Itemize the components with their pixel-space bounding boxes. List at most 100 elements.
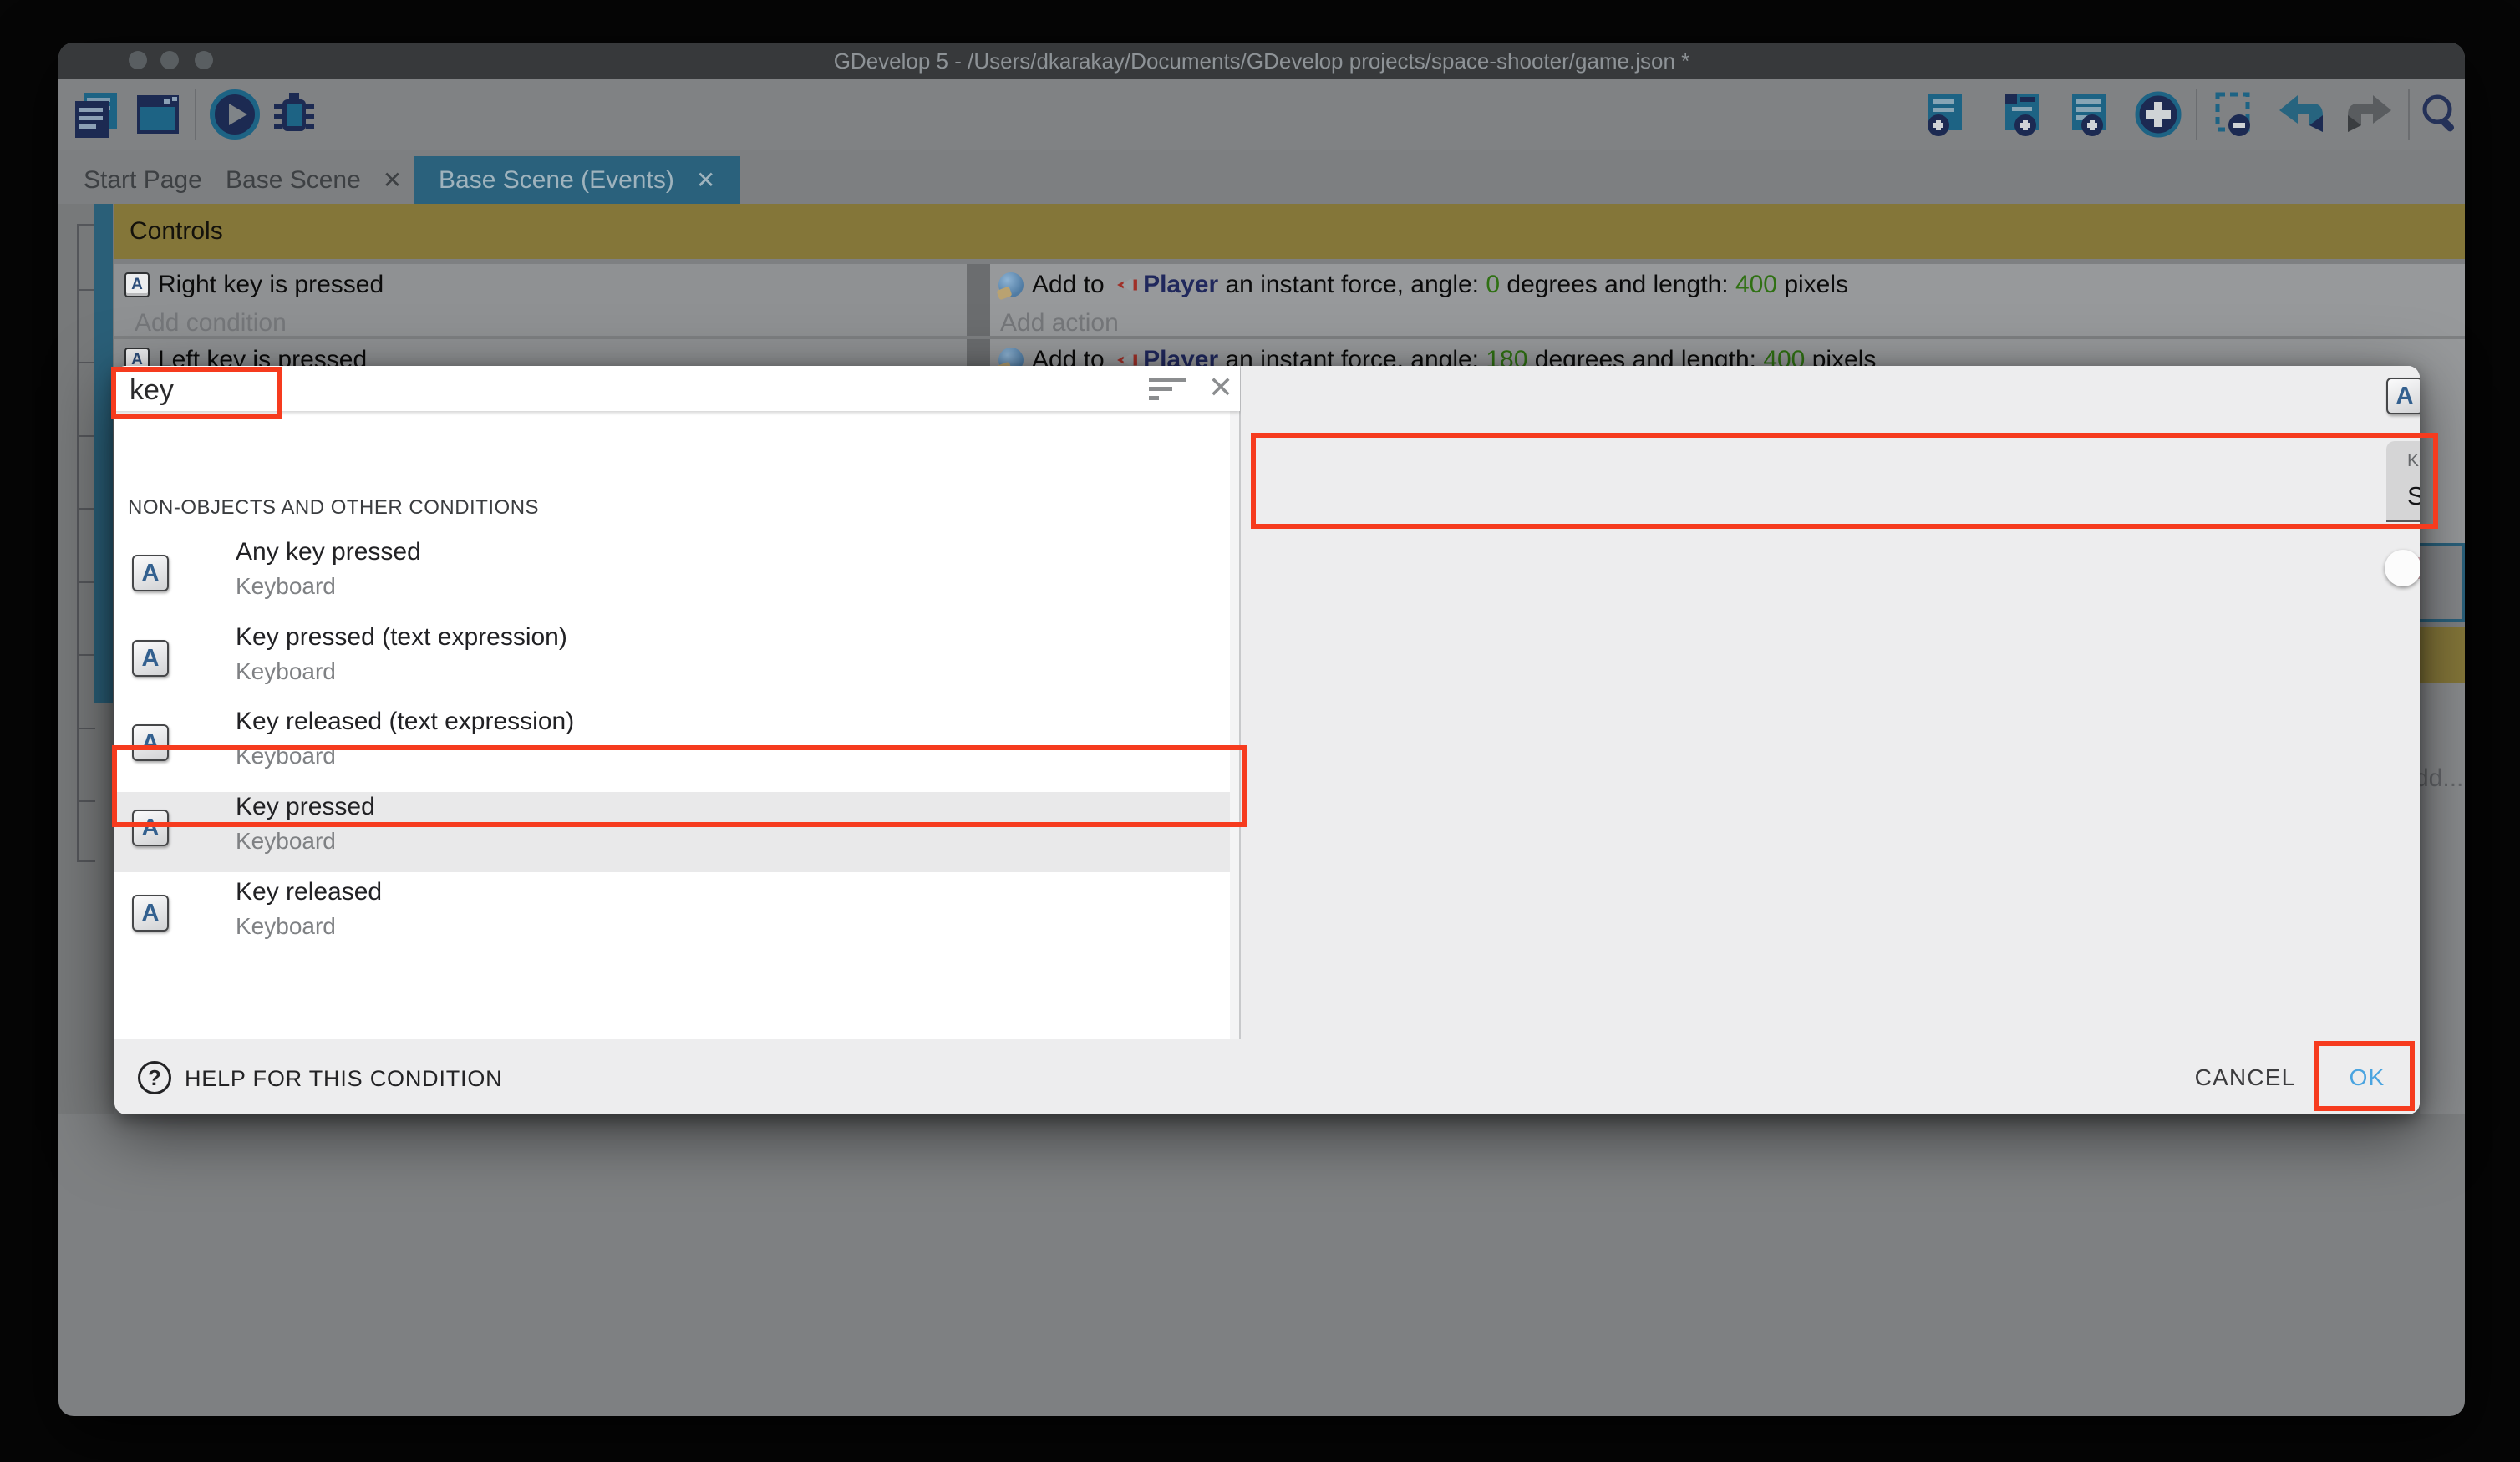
keyboard-key-icon	[132, 724, 169, 761]
filter-icon	[1149, 378, 1186, 382]
choose-condition-dialog: NON-OBJECTS AND OTHER CONDITIONS Any key…	[114, 366, 2420, 1114]
event-tree-guide	[77, 362, 95, 363]
add-event-button[interactable]	[1920, 86, 1975, 143]
add-comment-icon	[2067, 90, 2116, 139]
filter-icon	[1149, 387, 1172, 391]
list-item-key-released-text-expression[interactable]: Key released (text expression) Keyboard	[114, 703, 1229, 788]
action-angle: 0	[1486, 271, 1500, 299]
list-item-key-pressed[interactable]: Key pressed Keyboard	[114, 788, 1229, 873]
search-icon	[2417, 91, 2464, 138]
action-text: an instant force, angle:	[1218, 271, 1486, 299]
action-text: pixels	[1777, 271, 1848, 299]
action-object: Player	[1143, 271, 1218, 299]
search-events-button[interactable]	[2416, 86, 2465, 143]
condition-settings-panel: Test if a key is pressed Key Space Inver…	[1241, 366, 2420, 1039]
keyboard-key-icon	[132, 555, 169, 591]
dialog-footer: HELP FOR THIS CONDITION CANCEL OK	[114, 1039, 2420, 1114]
event-tree-guide	[77, 508, 95, 510]
list-item-key-released[interactable]: Key released Keyboard	[114, 873, 1229, 958]
add-subevent-icon	[2000, 90, 2049, 139]
condition-param: Right	[158, 271, 216, 299]
keyboard-key-icon	[132, 810, 169, 846]
undo-button[interactable]	[2273, 86, 2331, 143]
event-tree-guide	[77, 435, 95, 437]
keyboard-key-icon	[132, 895, 169, 932]
invert-condition-toggle[interactable]	[2386, 545, 2420, 591]
action-text: Add to	[1032, 271, 1111, 299]
debug-button[interactable]	[267, 86, 321, 143]
ok-label: OK	[2350, 1064, 2385, 1091]
event-tree-guide	[77, 224, 79, 860]
filter-button[interactable]	[1149, 371, 1189, 406]
force-action-icon	[998, 272, 1024, 297]
item-subtitle: Keyboard	[236, 828, 336, 855]
event-tree-guide	[77, 224, 95, 226]
keyboard-key-icon	[124, 272, 150, 297]
redo-icon	[2343, 92, 2395, 137]
item-subtitle: Keyboard	[236, 573, 336, 600]
delete-event-button[interactable]	[2208, 86, 2263, 143]
event-selection-bar	[94, 204, 113, 703]
toolbar-divider	[2196, 89, 2197, 140]
tab-base-scene[interactable]: Base Scene	[201, 156, 427, 205]
help-icon	[138, 1061, 171, 1094]
item-subtitle: Keyboard	[236, 743, 336, 769]
clipped-add-text: dd...	[2415, 764, 2465, 798]
tab-base-scene-events[interactable]: Base Scene (Events)	[414, 156, 740, 205]
event-condition-cell[interactable]: Right key is pressed Add condition	[114, 264, 967, 336]
action-text: degrees and length:	[1500, 271, 1735, 299]
list-scrollbar[interactable]	[1230, 411, 1239, 1039]
add-comment-button[interactable]	[2064, 86, 2119, 143]
add-event-icon	[1923, 90, 1972, 139]
event-tree-guide	[77, 728, 95, 729]
debug-icon	[269, 89, 319, 140]
key-field-value: Space	[2407, 481, 2420, 511]
item-title: Key pressed	[236, 793, 375, 821]
project-manager-button[interactable]	[69, 86, 124, 143]
ok-button[interactable]: OK	[2329, 1054, 2406, 1101]
keyboard-key-icon	[132, 640, 169, 677]
event-tree-guide	[77, 800, 95, 802]
event-tree-guide	[77, 581, 95, 583]
list-section-header: NON-OBJECTS AND OTHER CONDITIONS	[128, 496, 539, 520]
event-group-header[interactable]: Controls	[114, 204, 2465, 259]
player-object-icon	[1116, 274, 1138, 296]
toolbar-divider	[195, 89, 196, 140]
events-fragment	[2420, 683, 2465, 1114]
add-condition-link[interactable]: Add condition	[135, 309, 967, 338]
add-element-button[interactable]	[2131, 86, 2186, 143]
event-action-cell[interactable]: Add to Player an instant force, angle: 0…	[990, 264, 2465, 336]
add-action-label: Add action	[1000, 309, 1119, 338]
action-length: 400	[1735, 271, 1777, 299]
preview-button[interactable]	[207, 86, 262, 143]
tab-label: Base Scene	[226, 166, 361, 195]
screenshot-stage: GDevelop 5 - /Users/dkarakay/Documents/G…	[0, 0, 2520, 1462]
list-item-key-pressed-text-expression[interactable]: Key pressed (text expression) Keyboard	[114, 618, 1229, 703]
item-title: Any key pressed	[236, 538, 421, 566]
item-subtitle: Keyboard	[236, 913, 336, 940]
tab-label: Start Page	[84, 166, 202, 195]
redo-button[interactable]	[2340, 86, 2398, 143]
help-label: HELP FOR THIS CONDITION	[185, 1066, 502, 1092]
cancel-button[interactable]: CANCEL	[2170, 1054, 2320, 1101]
event-tree-guide	[77, 289, 95, 291]
cell-divider	[967, 264, 990, 336]
key-field-label: Key	[2407, 451, 2420, 471]
list-item-any-key-pressed[interactable]: Any key pressed Keyboard	[114, 533, 1229, 618]
help-link[interactable]: HELP FOR THIS CONDITION	[131, 1058, 599, 1104]
tab-close-icon[interactable]	[696, 169, 715, 192]
delete-event-icon	[2211, 90, 2259, 139]
event-tree-guide	[77, 860, 95, 862]
open-scene-editor-button[interactable]	[132, 86, 184, 143]
project-manager-icon	[72, 89, 122, 140]
tab-close-icon[interactable]	[383, 169, 402, 192]
add-subevent-button[interactable]	[1997, 86, 2052, 143]
close-dialog-button[interactable]	[1202, 369, 1239, 406]
titlebar: GDevelop 5 - /Users/dkarakay/Documents/G…	[58, 43, 2465, 79]
add-action-link[interactable]: Add action	[1000, 309, 2465, 338]
toolbar	[58, 79, 2465, 150]
toggle-knob	[2385, 550, 2420, 586]
search-input[interactable]	[128, 371, 1117, 409]
condition-list-pane: NON-OBJECTS AND OTHER CONDITIONS Any key…	[114, 411, 1240, 1039]
tab-label: Base Scene (Events)	[439, 166, 674, 195]
